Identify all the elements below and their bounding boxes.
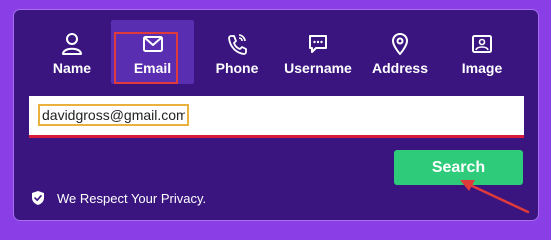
privacy-note: We Respect Your Privacy. bbox=[31, 188, 206, 208]
tab-name[interactable]: Name bbox=[39, 20, 105, 84]
phone-icon bbox=[204, 32, 270, 58]
search-input[interactable] bbox=[38, 104, 189, 126]
tab-image-label: Image bbox=[461, 60, 503, 76]
tab-username[interactable]: Username bbox=[278, 20, 358, 84]
shield-check-icon bbox=[31, 190, 45, 206]
tab-address[interactable]: Address bbox=[363, 20, 437, 84]
tab-address-label: Address bbox=[371, 60, 429, 76]
tab-image[interactable]: Image bbox=[449, 20, 515, 84]
chat-icon bbox=[278, 32, 358, 58]
annotation-arrow bbox=[460, 180, 530, 214]
image-icon bbox=[449, 32, 515, 58]
active-tab-highlight bbox=[114, 32, 178, 84]
person-icon bbox=[39, 32, 105, 58]
privacy-text: We Respect Your Privacy. bbox=[57, 190, 207, 206]
tab-username-label: Username bbox=[284, 60, 352, 76]
tab-phone[interactable]: Phone bbox=[204, 20, 270, 84]
search-field bbox=[29, 96, 524, 138]
tab-name-label: Name bbox=[52, 60, 92, 76]
tab-phone-label: Phone bbox=[215, 60, 259, 76]
search-type-tabs: Name Email Phone Username Address Image bbox=[14, 20, 538, 84]
map-pin-icon bbox=[363, 32, 437, 58]
